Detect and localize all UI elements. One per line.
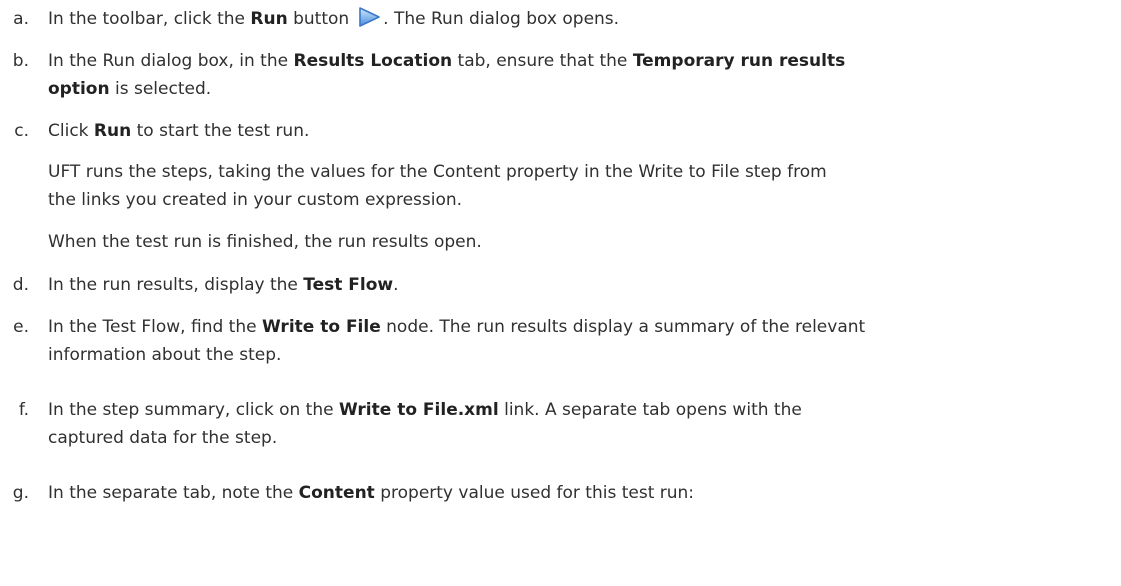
step-c-paragraph-2: When the test run is finished, the run r… [48,228,1110,256]
step-text: In the separate tab, note the Content pr… [48,479,1110,507]
step-text: In the step summary, click on the Write … [48,396,1110,452]
step-text-part: to start the test run. [131,121,310,141]
step-text-part: . The Run dialog box opens. [383,9,620,29]
write-to-file-label: Write to File [261,317,381,337]
step-text-part: tab, ensure that the [452,51,633,71]
step-text-part: Click [48,121,94,141]
step-text-part: . [393,275,399,295]
step-marker: g. [12,483,29,503]
step-text-part: In the toolbar, click the [48,9,251,29]
step-text-part: In the run results, display the [48,275,304,295]
step-text: Click Run to start the test run. [48,117,1110,145]
option-label: option [48,79,110,99]
paragraph-line: UFT runs the steps, taking the values fo… [48,162,827,182]
step-marker: e. [13,317,29,337]
step-text-part: information about the step. [48,345,282,365]
step-text-part: In the Run dialog box, in the [48,51,294,71]
step-text-part: In the separate tab, note the [48,483,299,503]
step-marker: b. [12,51,29,71]
step-text: In the Test Flow, find the Write to File… [48,313,1110,369]
step-text-part: button [287,9,350,29]
step-text-part: captured data for the step. [48,428,278,448]
step-text-part: is selected. [109,79,212,99]
instruction-list: a. In the toolbar, click the Run button.… [0,0,1121,586]
step-text-part: link. A separate tab opens with the [498,400,802,420]
paragraph-line: the links you created in your custom exp… [48,190,463,210]
run-label: Run [250,9,288,29]
step-text-part: node. The run results display a summary … [380,317,866,337]
step-marker: f. [18,400,29,420]
step-c-paragraph: UFT runs the steps, taking the values fo… [48,158,1110,214]
step-text: In the Run dialog box, in the Results Lo… [48,47,1110,103]
step-text-part: In the step summary, click on the [48,400,339,420]
temporary-run-results-label: Temporary run results [632,51,846,71]
step-text: In the run results, display the Test Flo… [48,271,1110,299]
step-marker: c. [14,121,29,141]
write-to-file-xml-label: Write to File.xml [338,400,499,420]
content-label: Content [298,483,375,503]
step-text-part: In the Test Flow, find the [48,317,262,337]
results-location-label: Results Location [293,51,453,71]
run-label: Run [93,121,132,141]
step-text-part: property value used for this test run: [374,483,695,503]
test-flow-label: Test Flow [303,275,394,295]
step-text: In the toolbar, click the Run button . Th… [48,5,1110,33]
step-marker: d. [12,275,29,295]
paragraph-line: When the test run is finished, the run r… [48,232,482,252]
step-marker: a. [13,9,29,29]
run-play-icon [355,6,382,28]
